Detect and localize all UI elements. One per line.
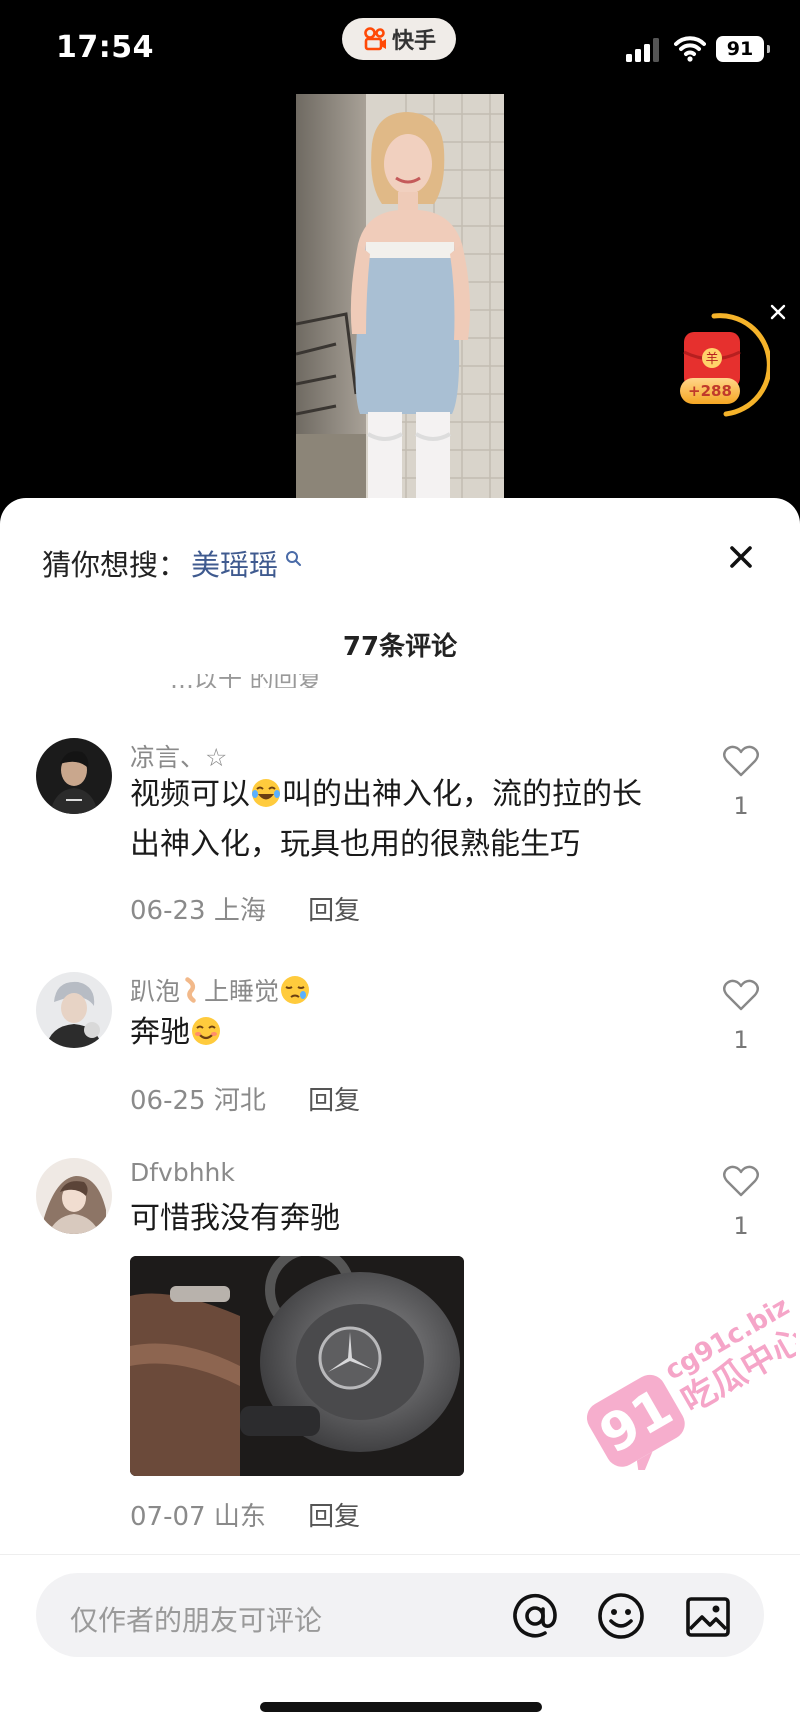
comment-attached-image[interactable] bbox=[130, 1256, 464, 1476]
like-count: 1 bbox=[733, 792, 749, 820]
reply-button[interactable]: 回复 bbox=[308, 896, 360, 926]
comment-meta: 06-23 上海 回复 bbox=[130, 890, 360, 927]
clipped-previous-comment: …以十 的回复 bbox=[170, 674, 322, 688]
heart-icon bbox=[723, 979, 759, 1011]
comment-text: 视频可以 叫的出神入化，流的拉的长 出神入化，玩具也用的很熟能生巧 bbox=[130, 777, 642, 862]
comment-item: 趴泡 上睡觉 奔驰 06-25 河北 回复 1 bbox=[0, 972, 800, 1116]
video-frame-image bbox=[296, 94, 504, 498]
comment-username[interactable]: 趴泡 上睡觉 bbox=[130, 972, 311, 1008]
heart-icon bbox=[723, 745, 759, 777]
close-comments-icon[interactable] bbox=[724, 540, 758, 574]
status-time: 17:54 bbox=[56, 30, 154, 65]
comment-item: Dfvbhhk 可惜我没有奔驰 07-07 山东 回复 1 bbox=[0, 1158, 800, 1558]
mention-at-icon[interactable] bbox=[510, 1591, 560, 1641]
video-player[interactable] bbox=[296, 94, 504, 498]
search-icon bbox=[286, 551, 302, 566]
close-widget-icon[interactable] bbox=[768, 302, 788, 322]
comment-meta: 06-25 河北 回复 bbox=[130, 1080, 360, 1117]
image-attach-icon[interactable] bbox=[684, 1593, 732, 1641]
comment-username[interactable]: Dfvbhhk bbox=[130, 1158, 235, 1187]
comment-date: 07-07 bbox=[130, 1502, 206, 1532]
blushing-smile-emoji-icon bbox=[192, 1017, 220, 1045]
comment-input-placeholder: 仅作者的朋友可评论 bbox=[70, 1604, 323, 1637]
search-suggestion[interactable]: 猜你想搜： 美瑶瑶 bbox=[42, 542, 302, 584]
comment-date: 06-25 bbox=[130, 1086, 206, 1116]
like-count: 1 bbox=[733, 1212, 749, 1240]
suggestion-label: 猜你想搜： bbox=[42, 548, 188, 582]
avatar[interactable] bbox=[36, 738, 112, 814]
comment-meta: 07-07 山东 回复 bbox=[130, 1496, 360, 1533]
reply-button[interactable]: 回复 bbox=[308, 1502, 360, 1532]
comment-date: 06-23 bbox=[130, 896, 206, 926]
red-packet-reward-widget[interactable]: 羊 +288 bbox=[674, 306, 772, 422]
comment-text: 奔驰 bbox=[130, 1008, 670, 1058]
red-packet-char: 羊 bbox=[705, 351, 718, 367]
comment-text: 可惜我没有奔驰 bbox=[130, 1201, 340, 1236]
home-indicator[interactable] bbox=[260, 1702, 542, 1712]
suggestion-keyword[interactable]: 美瑶瑶 bbox=[191, 542, 278, 584]
heart-icon bbox=[723, 1165, 759, 1197]
avatar[interactable] bbox=[36, 972, 112, 1048]
comment-count-title: 77条评论 bbox=[342, 632, 458, 662]
like-button[interactable]: 1 bbox=[722, 744, 760, 820]
sleepy-face-emoji-icon bbox=[281, 976, 310, 1004]
cellular-signal-icon bbox=[626, 38, 659, 62]
reply-button[interactable]: 回复 bbox=[308, 1086, 360, 1116]
like-count: 1 bbox=[733, 1026, 749, 1054]
app-name: 快手 bbox=[391, 29, 436, 54]
leg-emoji-icon bbox=[185, 977, 196, 1003]
avatar[interactable] bbox=[36, 1158, 112, 1234]
comment-username[interactable]: 凉言、☆ bbox=[130, 738, 227, 774]
like-button[interactable]: 1 bbox=[722, 1164, 760, 1240]
comment-item: 凉言、☆ 视频可以 叫的出神入化，流的拉的长 出神入化，玩具也用的很熟能生巧 06… bbox=[0, 738, 800, 938]
comment-location: 上海 bbox=[213, 896, 266, 926]
red-packet-icon: 羊 bbox=[683, 313, 772, 417]
reward-amount-badge: +288 bbox=[680, 378, 740, 404]
emoji-picker-icon[interactable] bbox=[596, 1591, 646, 1641]
status-bar: 17:54 快手 91 bbox=[0, 0, 800, 96]
comment-location: 河北 bbox=[213, 1086, 266, 1116]
wifi-icon bbox=[674, 36, 706, 62]
laughing-tears-emoji-icon bbox=[252, 779, 280, 807]
comment-input-bar: 仅作者的朋友可评论 bbox=[0, 1554, 800, 1674]
kuaishou-logo-icon bbox=[364, 27, 386, 51]
comment-sheet: 猜你想搜： 美瑶瑶 77条评论 …以十 的回复 凉言、☆ 视频可以 叫的出神入化，… bbox=[0, 498, 800, 1732]
car-interior-photo bbox=[130, 1256, 464, 1476]
comment-location: 山东 bbox=[213, 1502, 266, 1532]
comment-input[interactable]: 仅作者的朋友可评论 bbox=[36, 1573, 764, 1657]
battery-indicator: 91 bbox=[716, 36, 770, 62]
back-to-app-pill[interactable]: 快手 bbox=[342, 18, 456, 60]
like-button[interactable]: 1 bbox=[722, 978, 760, 1054]
